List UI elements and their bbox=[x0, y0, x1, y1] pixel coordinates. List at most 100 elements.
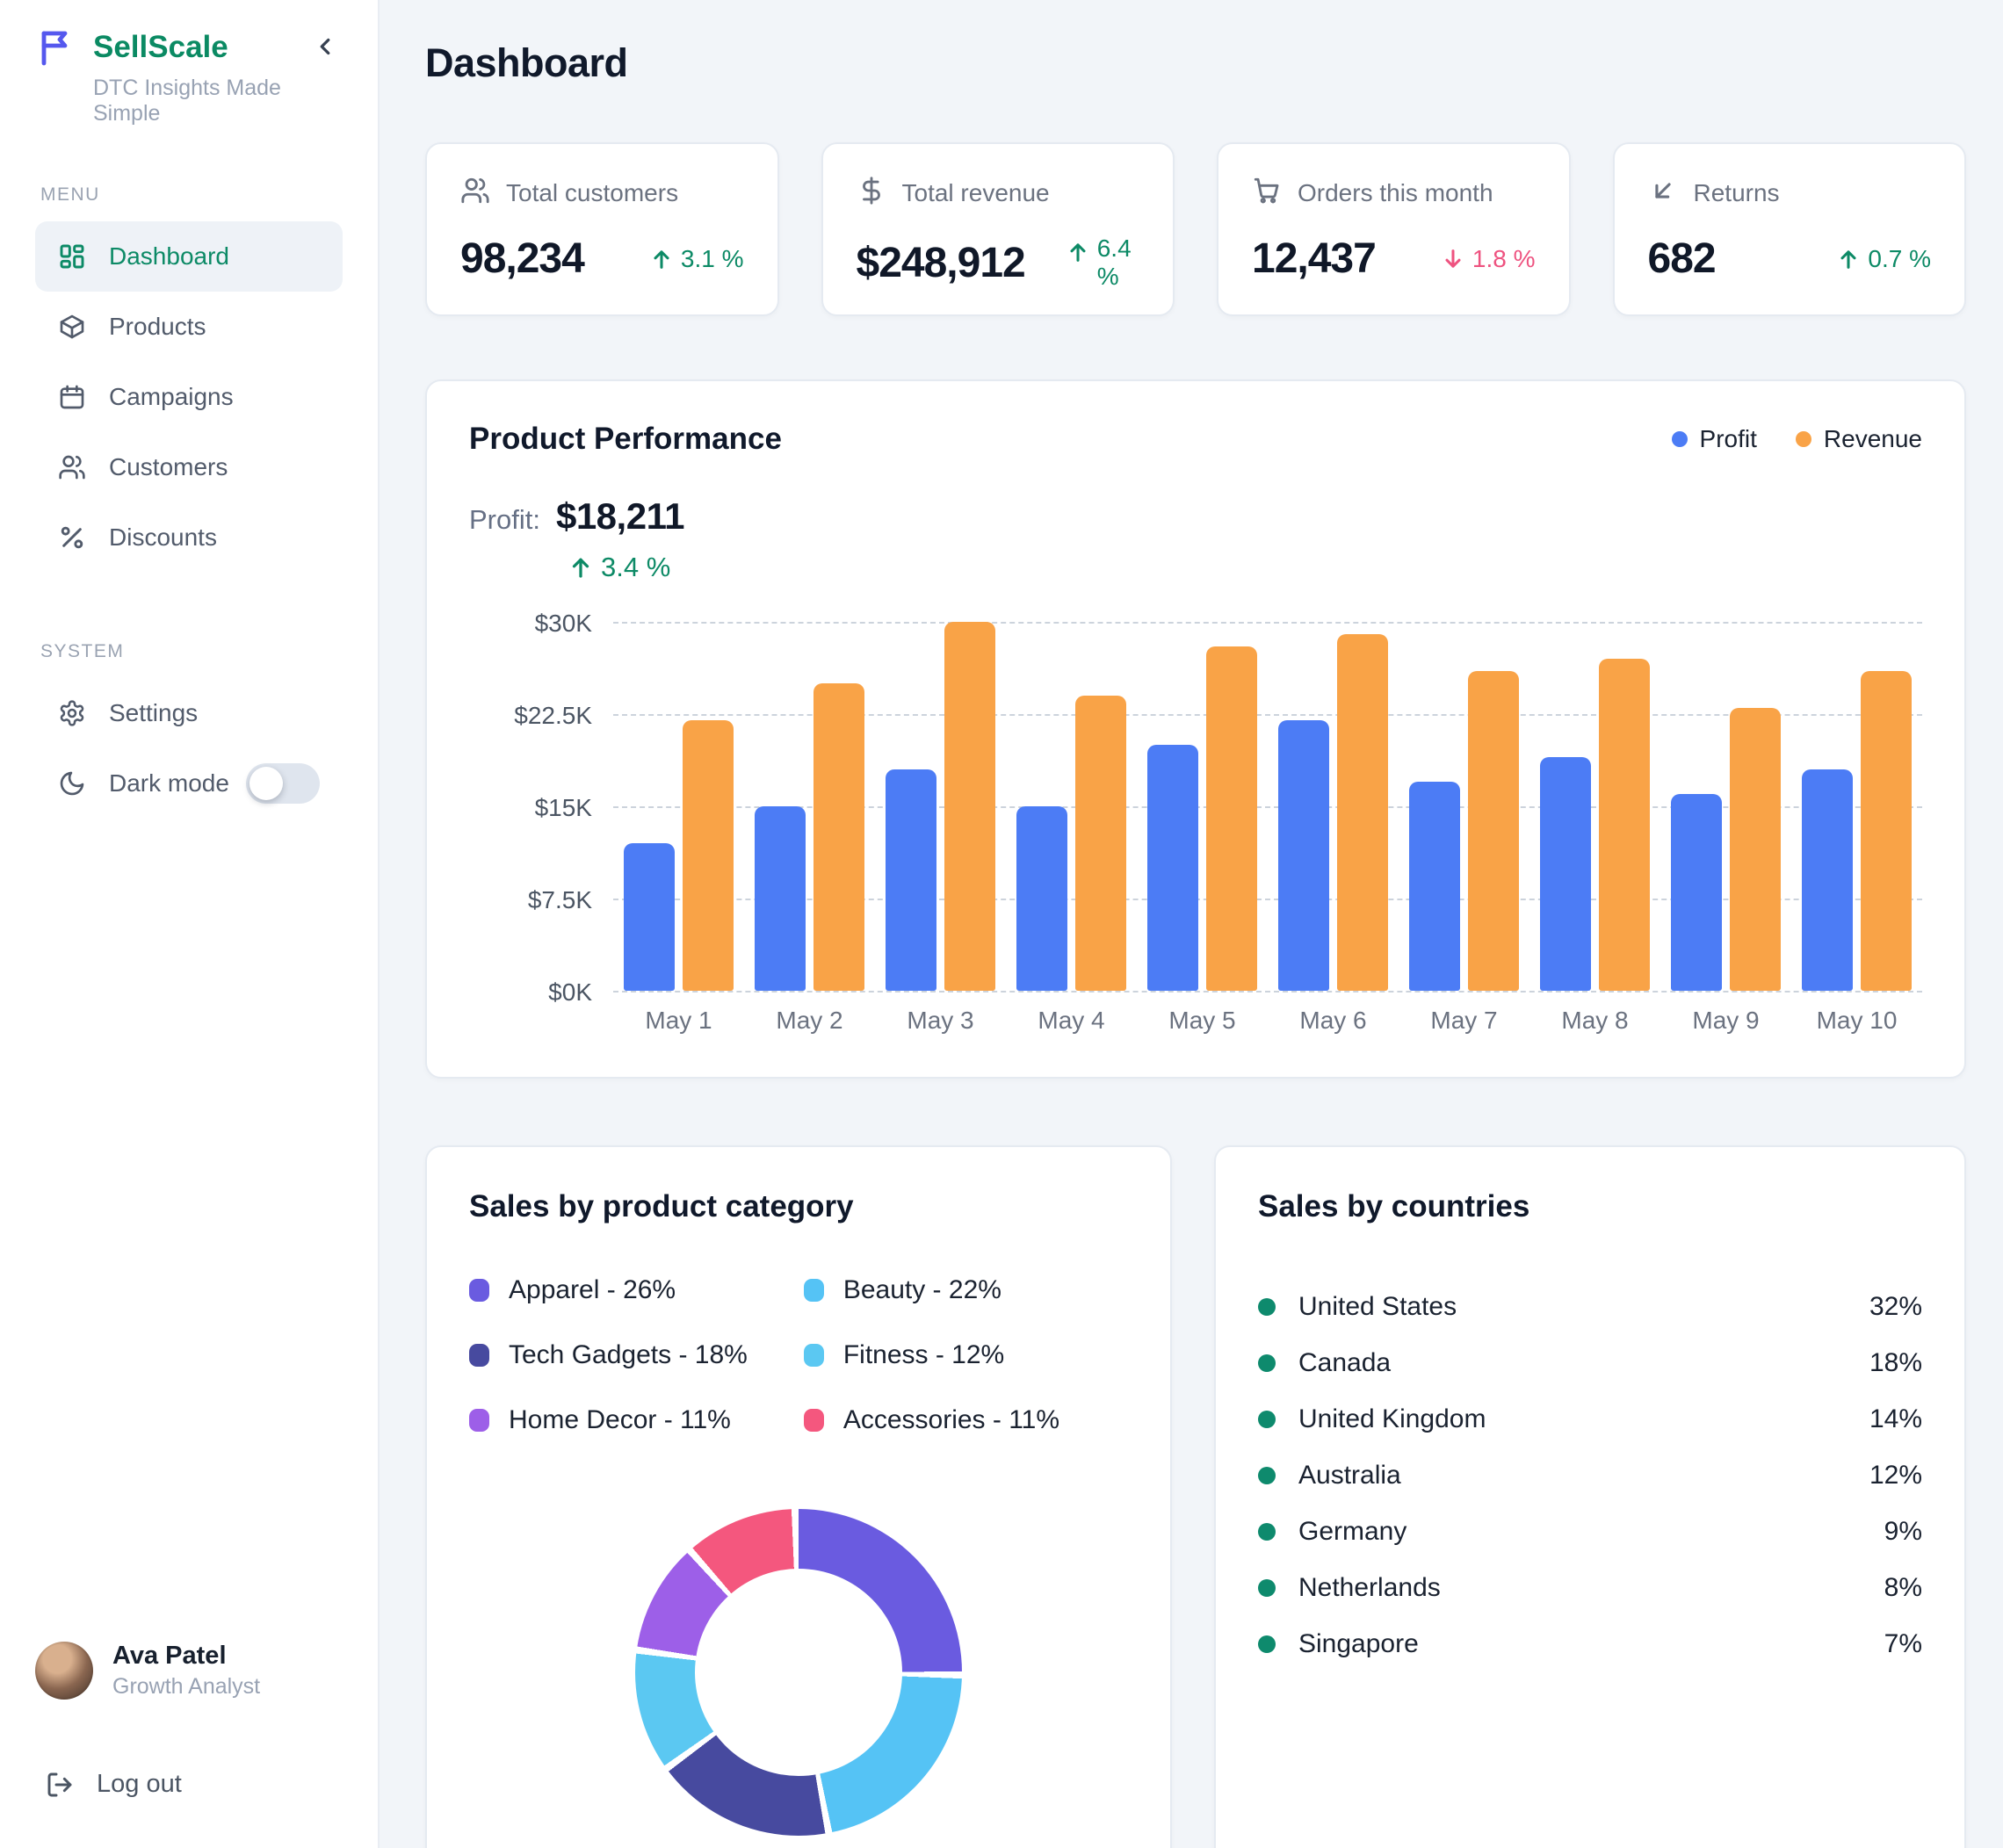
stat-trend: 3.1 % bbox=[649, 245, 744, 273]
legend-label: Revenue bbox=[1824, 425, 1922, 453]
bar-group-may-8 bbox=[1529, 622, 1660, 991]
cart-icon bbox=[1252, 176, 1282, 210]
bar-profit bbox=[1540, 757, 1591, 991]
legend-swatch bbox=[469, 1344, 489, 1367]
logout-button[interactable]: Log out bbox=[35, 1770, 343, 1799]
main-content: Dashboard Total customers 98,234 3.1 % T… bbox=[380, 0, 2003, 1848]
gear-icon bbox=[58, 699, 86, 727]
bar-revenue bbox=[944, 622, 995, 991]
bar-revenue bbox=[1206, 646, 1257, 991]
bar-profit bbox=[1147, 745, 1198, 991]
legend-label: Home Decor - 11% bbox=[509, 1405, 731, 1435]
sidebar-item-label: Discounts bbox=[109, 523, 217, 552]
legend-label: Accessories - 11% bbox=[843, 1405, 1059, 1435]
country-dot bbox=[1258, 1523, 1276, 1541]
app-root: SellScale DTC Insights Made Simple MENU … bbox=[0, 0, 2003, 1848]
percent-icon bbox=[58, 523, 86, 552]
bar-profit bbox=[1671, 794, 1722, 991]
legend-item-revenue[interactable]: Revenue bbox=[1796, 425, 1922, 453]
sidebar-item-label: Products bbox=[109, 313, 206, 341]
x-tick-label: May 1 bbox=[613, 1007, 744, 1035]
performance-legend: Profit Revenue bbox=[1672, 425, 1922, 453]
legend-swatch bbox=[469, 1409, 489, 1432]
category-legend-item-accessories[interactable]: Accessories - 11% bbox=[804, 1405, 1059, 1435]
dark-mode-toggle[interactable] bbox=[246, 763, 320, 804]
bar-revenue bbox=[1730, 708, 1781, 991]
bar-revenue bbox=[1075, 696, 1126, 991]
toggle-knob bbox=[249, 767, 283, 800]
country-dot bbox=[1258, 1354, 1276, 1372]
legend-dot bbox=[1796, 431, 1811, 447]
country-row-united-kingdom: United Kingdom 14% bbox=[1258, 1391, 1922, 1447]
x-tick-label: May 7 bbox=[1399, 1007, 1529, 1035]
arrow-up-icon bbox=[1836, 247, 1861, 271]
country-name: Netherlands bbox=[1298, 1573, 1441, 1603]
box-icon bbox=[58, 313, 86, 341]
sidebar-item-products[interactable]: Products bbox=[35, 292, 343, 362]
stat-trend: 6.4 % bbox=[1066, 235, 1139, 291]
country-name: Australia bbox=[1298, 1461, 1401, 1491]
sidebar-menu: Dashboard Products Campaigns Customers D… bbox=[35, 221, 343, 573]
logout-icon bbox=[46, 1771, 74, 1799]
category-card-title: Sales by product category bbox=[469, 1189, 1128, 1224]
sidebar-item-settings[interactable]: Settings bbox=[35, 678, 343, 748]
profit-label: Profit: bbox=[469, 504, 540, 536]
legend-label: Profit bbox=[1700, 425, 1757, 453]
category-sales-card: Sales by product category Apparel - 26% … bbox=[425, 1145, 1172, 1848]
legend-item-profit[interactable]: Profit bbox=[1672, 425, 1757, 453]
legend-dot bbox=[1672, 431, 1688, 447]
sidebar-item-campaigns[interactable]: Campaigns bbox=[35, 362, 343, 432]
x-tick-label: May 4 bbox=[1006, 1007, 1137, 1035]
avatar bbox=[35, 1642, 93, 1700]
brand-row: SellScale bbox=[35, 26, 343, 69]
x-tick-label: May 8 bbox=[1529, 1007, 1660, 1035]
countries-card-title: Sales by countries bbox=[1258, 1189, 1922, 1224]
category-legend-item-home-decor[interactable]: Home Decor - 11% bbox=[469, 1405, 748, 1435]
x-tick-label: May 9 bbox=[1660, 1007, 1791, 1035]
user-profile[interactable]: Ava Patel Growth Analyst bbox=[35, 1642, 343, 1700]
sidebar-system: Settings Dark mode bbox=[35, 678, 343, 819]
bar-revenue bbox=[1468, 671, 1519, 991]
category-legend-item-tech-gadgets[interactable]: Tech Gadgets - 18% bbox=[469, 1340, 748, 1370]
bar-chart: $30K$22.5K$15K$7.5K$0K bbox=[613, 622, 1922, 991]
arrow-down-icon bbox=[1441, 247, 1465, 271]
y-tick-label: $7.5K bbox=[469, 886, 592, 914]
moon-icon bbox=[58, 769, 86, 798]
bar-group-may-10 bbox=[1791, 622, 1922, 991]
dashboard-grid-icon bbox=[58, 242, 86, 271]
donut-hole bbox=[695, 1569, 902, 1776]
country-dot bbox=[1258, 1411, 1276, 1428]
sidebar-collapse-button[interactable] bbox=[307, 30, 343, 65]
x-tick-label: May 3 bbox=[875, 1007, 1006, 1035]
country-name: Germany bbox=[1298, 1517, 1406, 1547]
country-name: Singapore bbox=[1298, 1629, 1419, 1659]
country-row-canada: Canada 18% bbox=[1258, 1335, 1922, 1391]
sidebar-item-label: Settings bbox=[109, 699, 198, 727]
profit-value: $18,211 bbox=[556, 495, 684, 538]
system-section-label: SYSTEM bbox=[40, 641, 343, 662]
bar-revenue bbox=[1861, 671, 1912, 991]
category-legend-item-beauty[interactable]: Beauty - 22% bbox=[804, 1275, 1059, 1305]
stat-label: Total customers bbox=[506, 179, 678, 207]
bar-profit bbox=[1278, 720, 1329, 991]
sidebar-item-customers[interactable]: Customers bbox=[35, 432, 343, 502]
sidebar-item-dashboard[interactable]: Dashboard bbox=[35, 221, 343, 292]
logout-label: Log out bbox=[97, 1770, 182, 1799]
country-row-united-states: United States 32% bbox=[1258, 1279, 1922, 1335]
brand-name: SellScale bbox=[93, 30, 228, 65]
gridline: $0K bbox=[613, 991, 1922, 993]
sidebar-item-discounts[interactable]: Discounts bbox=[35, 502, 343, 573]
arrow-up-icon bbox=[649, 247, 674, 271]
category-legend-item-fitness[interactable]: Fitness - 12% bbox=[804, 1340, 1059, 1370]
country-sales-card: Sales by countries United States 32% Can… bbox=[1214, 1145, 1966, 1848]
stat-card-orders-this-month: Orders this month 12,437 1.8 % bbox=[1217, 142, 1571, 316]
stat-card-total-revenue: Total revenue $248,912 6.4 % bbox=[821, 142, 1175, 316]
brand-flag-icon bbox=[35, 26, 77, 69]
sidebar-item-dark-mode[interactable]: Dark mode bbox=[35, 748, 343, 819]
x-tick-label: May 10 bbox=[1791, 1007, 1922, 1035]
legend-swatch bbox=[469, 1279, 489, 1302]
bar-chart-x-labels: May 1May 2May 3May 4May 5May 6May 7May 8… bbox=[613, 1007, 1922, 1035]
bar-group-may-1 bbox=[613, 622, 744, 991]
category-legend-item-apparel[interactable]: Apparel - 26% bbox=[469, 1275, 748, 1305]
stat-value: 12,437 bbox=[1252, 235, 1376, 283]
